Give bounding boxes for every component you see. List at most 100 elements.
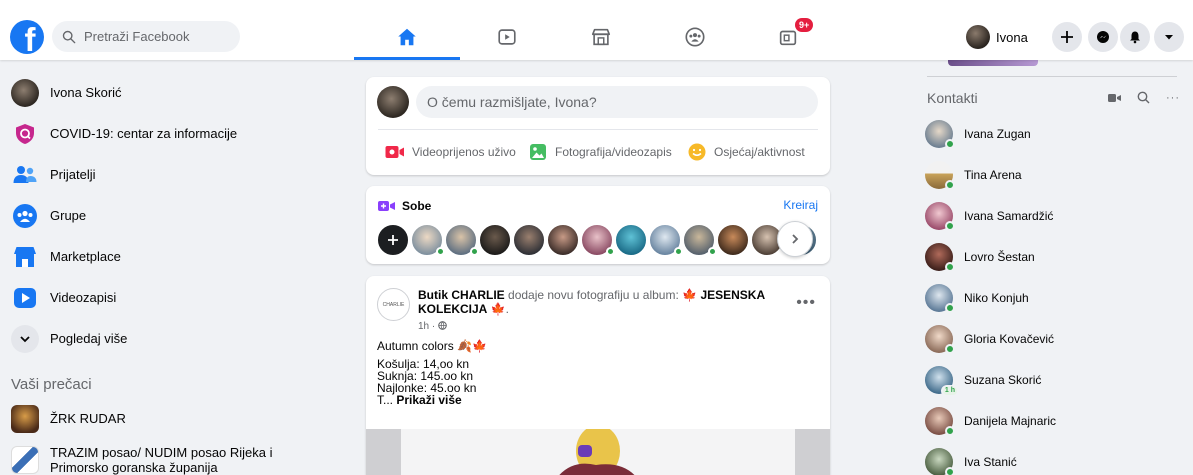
contact-item[interactable]: Ivana Zugan [925,116,1175,152]
online-status-dot [945,426,955,436]
post-action-text: dodaje novu fotografiju u album: [508,288,679,302]
photo-video-button[interactable]: Fotografija/videozapis [528,140,672,164]
search-contacts-icon[interactable] [1137,91,1150,104]
action-label: Fotografija/videozapis [555,145,672,159]
rooms-video-icon [378,201,395,211]
profile-avatar [966,25,990,49]
post-options-button[interactable]: ••• [796,294,816,312]
online-status-dot [470,247,479,256]
contact-item[interactable]: Tina Arena [925,157,1175,193]
leaf-emoji-icon: 🍁 [682,288,698,302]
sidebar-item-label: Ivona Skorić [50,85,122,100]
sidebar-item-label: Prijatelji [50,167,96,182]
sidebar-item-profile[interactable]: Ivona Skorić [0,72,300,113]
contact-avatar [925,161,955,190]
search-input[interactable] [84,29,234,44]
create-room-link[interactable]: Kreiraj [783,198,818,212]
left-sidebar: Ivona Skorić COVID-19: centar za informa… [0,72,300,475]
sidebar-item-groups[interactable]: Grupe [0,195,300,236]
covid-shield-icon [16,123,34,144]
shortcut-item[interactable]: ŽRK RUDAR [0,398,300,439]
contact-item[interactable]: Ivana Samardžić [925,198,1175,234]
contact-item[interactable]: 1 h Suzana Skorić [925,362,1175,398]
create-room-avatar-button[interactable] [377,224,409,256]
room-contact-avatar[interactable] [717,224,749,256]
contact-name: Ivana Zugan [964,127,1031,141]
post-header: Butik CHARLIE dodaje novu fotografiju u … [418,288,765,316]
shortcut-thumbnail [11,445,39,474]
profile-chip[interactable]: Ivona [962,22,1034,52]
create-button[interactable] [1052,22,1082,52]
contact-avatar: 1 h [925,366,959,397]
facebook-logo[interactable]: f [10,20,44,54]
room-contact-avatar[interactable] [479,224,511,256]
tab-gaming[interactable]: 9+ [733,16,843,58]
chevron-right-icon [792,234,799,244]
online-status-dot [945,262,955,272]
room-contact-avatar[interactable] [615,224,647,256]
post-line: Autumn colors [377,339,454,353]
composer-input[interactable]: O čemu razmišljate, Ivona? [416,86,818,118]
online-status-dot [708,247,717,256]
new-room-video-icon[interactable] [1108,93,1121,103]
watch-video-icon [498,29,516,45]
contact-item[interactable]: Lovro Šestan [925,239,1175,275]
page-logo-avatar[interactable]: CHARLIE [377,288,410,321]
post-time[interactable]: 1h · [418,321,435,332]
room-contact-avatar[interactable] [547,224,579,256]
see-more-link[interactable]: Prikaži više [396,393,461,407]
messenger-button[interactable] [1088,22,1118,52]
post-meta: 1h · [418,321,447,332]
online-status-dot [945,344,955,354]
sidebar-item-label: Grupe [50,208,87,223]
online-status-dot [945,221,955,231]
sidebar-item-videos[interactable]: Videozapisi [0,277,300,318]
contact-item[interactable]: Gloria Kovačević [925,321,1175,357]
feed-post: CHARLIE Butik CHARLIE dodaje novu fotogr… [366,276,830,475]
contacts-options-icon[interactable]: ··· [1166,92,1180,104]
see-more-button[interactable]: Pogledaj više [0,318,300,359]
online-status-dot [945,180,955,190]
profile-name: Ivona [996,29,1028,45]
post-photo[interactable] [366,425,830,475]
sidebar-item-friends[interactable]: Prijatelji [0,154,300,195]
live-video-button[interactable]: Videoprijenos uživo [385,140,516,164]
chevron-down-icon [20,335,30,342]
action-label: Videoprijenos uživo [412,145,516,159]
sidebar-item-label: Marketplace [50,249,121,264]
contact-avatar [925,243,955,272]
post-author[interactable]: Butik CHARLIE [418,288,505,302]
last-active-badge: 1 h [940,385,959,397]
sidebar-item-marketplace[interactable]: Marketplace [0,236,300,277]
profile-avatar [377,86,409,118]
contact-avatar [925,284,955,313]
shortcut-label: ŽRK RUDAR [50,411,126,426]
globe-icon [438,321,447,330]
contact-item[interactable]: Iva Stanić [925,444,1175,475]
rooms-next-button[interactable] [777,221,813,257]
rooms-avatar-row [377,224,817,258]
action-label: Osjećaj/aktivnost [714,145,805,159]
search-box[interactable] [52,21,240,52]
smiley-icon [688,143,706,161]
plus-icon [388,235,398,245]
notifications-button[interactable] [1120,22,1150,52]
groups-icon [685,27,705,47]
contact-avatar [925,120,955,149]
post-truncated-text: T... [377,393,397,407]
tab-home[interactable] [352,16,462,60]
contact-name: Iva Stanić [964,455,1017,469]
sidebar-item-covid[interactable]: COVID-19: centar za informacije [0,113,300,154]
contact-item[interactable]: Niko Konjuh [925,280,1175,316]
contact-name: Gloria Kovačević [964,332,1055,346]
contact-item[interactable]: Danijela Majnaric [925,403,1175,439]
shortcut-label-line1: TRAZIM posao/ NUDIM posao Rijeka i [50,444,273,460]
online-status-dot [674,247,683,256]
top-navigation-bar: f 9+ Ivona [0,0,1193,60]
account-menu-button[interactable] [1154,22,1184,52]
shortcut-item[interactable]: TRAZIM posao/ NUDIM posao Rijeka i Primo… [0,439,300,475]
feeling-activity-button[interactable]: Osjećaj/aktivnost [687,140,805,164]
contact-name: Niko Konjuh [964,291,1029,305]
post-composer: O čemu razmišljate, Ivona? Videoprijenos… [366,77,830,175]
room-contact-avatar[interactable] [513,224,545,256]
